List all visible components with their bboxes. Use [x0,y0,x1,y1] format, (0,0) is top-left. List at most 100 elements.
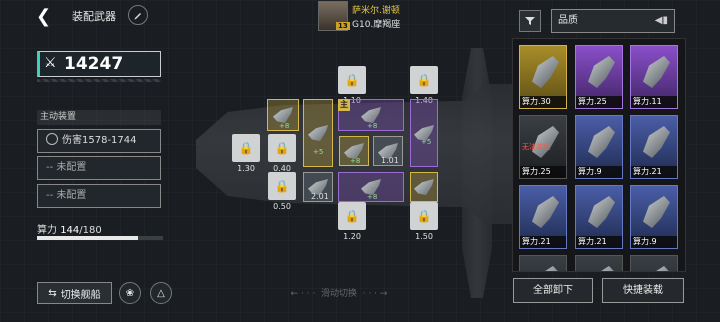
captain-level-badge: 13 [336,22,350,30]
quick-equip-button[interactable]: 快捷装载 [602,278,684,303]
inventory-weapon-card[interactable]: 算力.11 [630,45,678,109]
lock-icon: 🔒 [274,179,290,193]
back-chevron-icon[interactable]: ❮ [36,6,52,28]
capacity-max: /180 [79,225,102,236]
sort-order-icon[interactable]: ◀▮ [655,10,668,32]
upgrade-level-badge: +8 [279,122,290,130]
weapon-slot[interactable] [410,172,438,202]
slot-capacity-value: 1.20 [343,232,361,241]
capacity-bar-fill [37,236,138,240]
locked-slot[interactable]: 🔒 [410,202,438,230]
damage-skill-icon [46,133,58,145]
weapon-slot[interactable]: +8 [267,99,299,131]
switch-ship-button[interactable]: ⇆ 切换舰船 [37,282,112,304]
unload-all-button[interactable]: 全部卸下 [513,278,593,303]
weapon-icon [643,266,670,271]
active-device-slot-2[interactable]: -- 未配置 [37,156,161,180]
weapon-power-label: 算力.11 [631,96,677,108]
filter-icon [525,17,535,25]
weapon-slot[interactable]: 2.01 [303,172,333,202]
inventory-weapon-card[interactable]: 算力.21 [575,185,623,249]
switch-ship-label: 切换舰船 [60,289,101,301]
total-power-value: 14247 [64,54,124,74]
cannon-icon [361,107,381,123]
weapon-slot[interactable]: +8 [338,172,404,202]
active-device-label: -- 未配置 [46,190,87,201]
lock-icon: 🔒 [344,209,360,223]
delta-icon: △ [157,287,165,299]
lock-icon: 🔒 [274,141,290,155]
upgrade-level-badge: +8 [367,122,378,130]
formation-button[interactable]: ❀ [119,282,141,304]
weapon-icon [643,126,670,158]
inventory-weapon-card[interactable] [630,255,678,271]
weapon-power-label: 算力.9 [576,166,622,178]
inventory-weapon-card[interactable] [519,255,567,271]
ship-name: G10.摩羯座 [352,20,401,30]
weapon-power-label: 算力.21 [576,236,622,248]
captain-name: 萨米尔.谢顿 [352,6,400,16]
edit-button[interactable] [128,5,148,25]
weapon-slot[interactable]: +5 [410,99,438,167]
weapon-icon [532,196,559,228]
capacity-bar [37,236,163,240]
page-title: 装配武器 [72,10,116,23]
weapon-inventory[interactable]: 算力.30 算力.25 算力.11 无法装配 算力.25 算力.9 算力.21 算力.21 算力… [512,38,686,272]
inventory-weapon-card[interactable]: 算力.9 [575,115,623,179]
lock-icon: 🔒 [344,73,360,87]
active-device-header: 主动装置 [37,110,161,125]
inventory-weapon-card[interactable]: 算力.25 [575,45,623,109]
weapon-slot[interactable]: +8 [339,136,369,166]
inventory-weapon-card[interactable]: 算力.21 [519,185,567,249]
capacity-label: 算力 144/180 [37,221,102,236]
cannon-icon [273,107,293,123]
slot-capacity-value: 1.30 [237,164,255,173]
sort-select[interactable]: 品质 ◀▮ [551,9,675,33]
weapon-power-label: 算力.21 [631,166,677,178]
inventory-weapon-card[interactable] [575,255,623,271]
weapon-icon [532,266,559,271]
upgrade-level-badge: +5 [421,138,432,146]
total-power-box: ⚔ 14247 [37,51,161,77]
weapon-power-label: 算力.25 [520,166,566,178]
weapon-icon [532,56,559,88]
inventory-weapon-card[interactable]: 算力.9 [630,185,678,249]
weapon-power-label: 算力.30 [520,96,566,108]
lock-icon: 🔒 [416,209,432,223]
weapon-power-label: 算力.25 [576,96,622,108]
main-weapon-tag: 主 [338,99,350,111]
capacity-title: 算力 [37,225,57,236]
inventory-weapon-card[interactable]: 无法装配 算力.25 [519,115,567,179]
locked-slot[interactable]: 🔒 [232,134,260,162]
active-device-label: 伤害1578-1744 [62,135,137,146]
inventory-weapon-card[interactable]: 算力.21 [630,115,678,179]
swap-icon: ⇆ [48,287,57,299]
lock-icon: 🔒 [416,73,432,87]
locked-slot[interactable]: 🔒 [410,66,438,94]
locked-slot[interactable]: 🔒 [338,66,366,94]
active-device-slot-1[interactable]: 伤害1578-1744 [37,129,161,153]
swipe-hint: ← · · · 滑动切换 · · · → [290,289,388,299]
fleet-button[interactable]: △ [150,282,172,304]
locked-slot[interactable]: 🔒 [268,172,296,200]
emblem-icon: ❀ [125,287,135,299]
slot-capacity-value: 0.50 [273,202,291,211]
locked-slot[interactable]: 🔒 [268,134,296,162]
swipe-hint-label: 滑动切换 [320,289,357,299]
pencil-icon [134,13,141,20]
weapon-slot[interactable]: 1.01 [373,136,403,166]
active-device-slot-3[interactable]: -- 未配置 [37,184,161,208]
filter-button[interactable] [519,10,541,32]
locked-slot[interactable]: 🔒 [338,202,366,230]
weapon-power-label: 算力.21 [520,236,566,248]
active-device-label: -- 未配置 [46,162,87,173]
weapon-slot[interactable]: +5 [303,99,333,167]
upgrade-level-badge: +8 [367,193,378,201]
weapon-icon [643,196,670,228]
inventory-weapon-card[interactable]: 算力.30 [519,45,567,109]
weapon-level: 1.01 [381,156,399,165]
weapon-icon [588,196,615,228]
lock-icon: 🔒 [238,141,254,155]
weapon-icon [643,56,670,88]
weapon-icon [588,266,615,271]
